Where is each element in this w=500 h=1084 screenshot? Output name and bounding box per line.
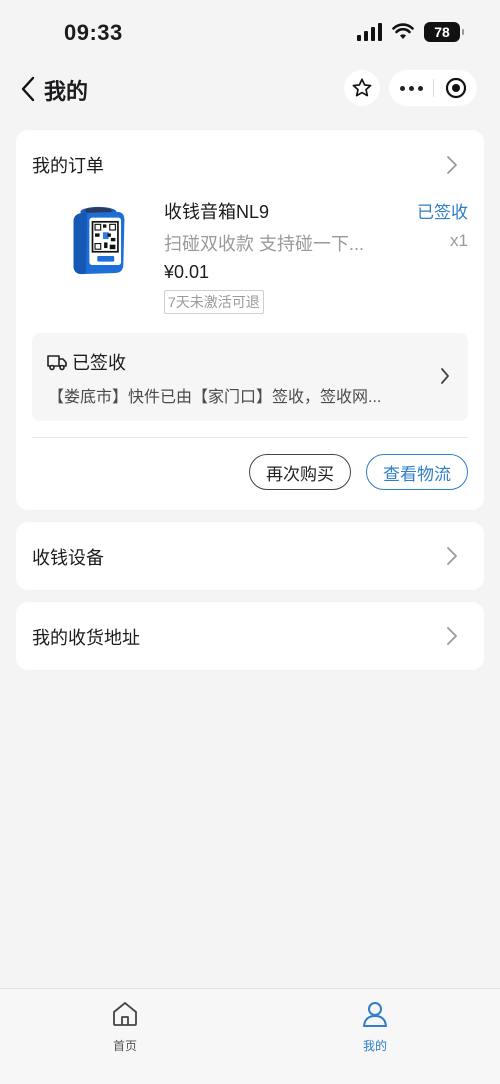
cellular-signal-icon xyxy=(357,23,382,41)
favorite-button[interactable] xyxy=(344,70,380,106)
logistics-detail: 【娄底市】快件已由【家门口】签收，签收网... xyxy=(48,389,382,406)
status-bar: 09:33 78 xyxy=(0,0,500,64)
devices-label: 收钱设备 xyxy=(32,548,104,568)
back-button[interactable] xyxy=(20,74,42,104)
chevron-right-icon xyxy=(441,368,449,384)
rebuy-button[interactable]: 再次购买 xyxy=(249,454,351,490)
miniapp-capsule xyxy=(389,70,477,106)
page-title: 我的 xyxy=(44,79,89,104)
home-icon xyxy=(113,1002,137,1026)
divider xyxy=(32,437,468,438)
tab-bar: 首页 我的 xyxy=(0,988,500,1084)
battery-icon: 78 xyxy=(424,22,464,42)
wifi-icon xyxy=(392,23,414,39)
nav-bar: 我的 xyxy=(0,64,500,114)
product-description: 扫碰双收款 支持碰一下... xyxy=(164,234,365,254)
more-dots-icon xyxy=(399,85,405,91)
view-logistics-button[interactable]: 查看物流 xyxy=(366,454,468,490)
tab-mine-label: 我的 xyxy=(362,1039,387,1053)
tab-mine[interactable]: 我的 xyxy=(335,995,415,1055)
chevron-right-icon[interactable] xyxy=(446,155,458,175)
logistics-status: 已签收 xyxy=(72,353,126,373)
close-miniapp-button[interactable] xyxy=(434,70,477,106)
user-icon xyxy=(363,1002,387,1027)
tab-home[interactable]: 首页 xyxy=(85,995,165,1055)
return-policy-badge: 7天未激活可退 xyxy=(164,290,264,314)
my-orders-title[interactable]: 我的订单 xyxy=(32,152,104,178)
devices-row[interactable]: 收钱设备 xyxy=(16,522,484,590)
logistics-summary[interactable]: 已签收 【娄底市】快件已由【家门口】签收，签收网... xyxy=(32,333,468,421)
chevron-left-icon xyxy=(21,76,35,102)
order-card: 我的订单 收钱音箱NL9 已签收 扫碰双收款 支持碰一下... x1 ¥0.01… xyxy=(16,130,484,510)
more-button[interactable] xyxy=(389,70,433,106)
chevron-right-icon xyxy=(447,627,457,645)
product-name[interactable]: 收钱音箱NL9 xyxy=(164,198,269,224)
order-status: 已签收 xyxy=(417,203,468,222)
status-icons: 78 xyxy=(357,22,464,42)
star-icon xyxy=(352,78,372,97)
chevron-right-icon xyxy=(447,547,457,565)
product-quantity: x1 xyxy=(450,231,468,250)
address-row[interactable]: 我的收货地址 xyxy=(16,602,484,670)
address-label: 我的收货地址 xyxy=(32,628,140,648)
product-image[interactable] xyxy=(48,204,150,334)
target-icon xyxy=(445,77,466,99)
product-price: ¥0.01 xyxy=(164,262,210,282)
status-time: 09:33 xyxy=(64,20,123,45)
tab-home-label: 首页 xyxy=(112,1039,137,1053)
truck-icon xyxy=(47,355,67,371)
